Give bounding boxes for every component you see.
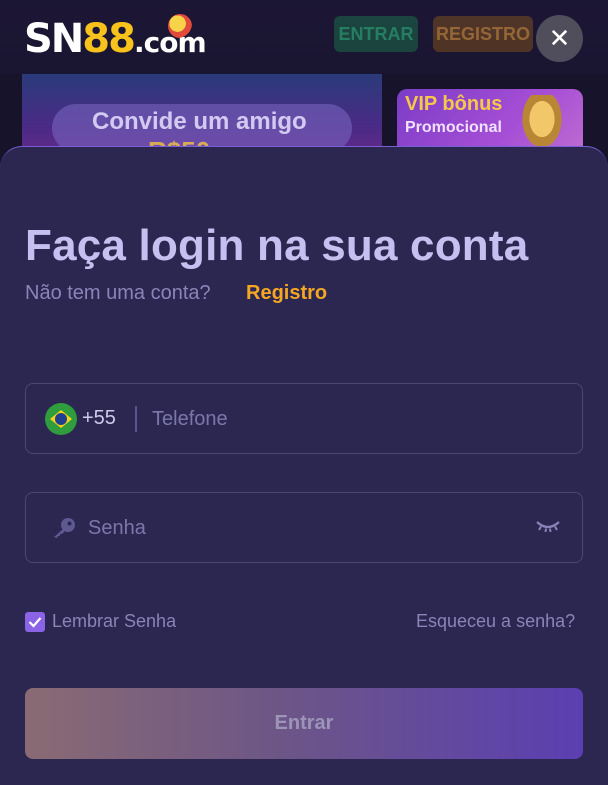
- brazil-flag-icon[interactable]: [45, 403, 77, 435]
- remember-label: Lembrar Senha: [52, 611, 177, 631]
- phone-field[interactable]: +55: [25, 383, 583, 454]
- checkmark-icon: [28, 616, 42, 628]
- remember-password[interactable]: Lembrar Senha: [25, 611, 176, 632]
- forgot-password-link[interactable]: Esqueceu a senha?: [416, 611, 575, 632]
- page-title: Faça login na sua conta: [25, 221, 529, 270]
- mascot-icon: [168, 14, 192, 38]
- flag-circle: [55, 413, 67, 425]
- remember-checkbox[interactable]: [25, 611, 45, 632]
- login-modal: Faça login na sua conta Não tem uma cont…: [0, 146, 608, 785]
- vip-subtitle: Promocional: [405, 119, 502, 136]
- eye-closed-icon[interactable]: [535, 519, 561, 535]
- header-entrar-button[interactable]: ENTRAR: [334, 16, 418, 52]
- vip-title: VIP bônus: [405, 93, 503, 115]
- key-icon: [54, 518, 75, 538]
- no-account-text: Não tem uma conta?: [25, 282, 211, 304]
- register-link[interactable]: Registro: [246, 282, 327, 305]
- logo-brand: SN: [24, 16, 84, 62]
- password-input[interactable]: [88, 513, 508, 543]
- banner-text: Convide um amigo: [92, 108, 307, 135]
- close-button[interactable]: ✕: [536, 15, 583, 62]
- country-code[interactable]: +55: [82, 407, 116, 430]
- phone-input[interactable]: [152, 404, 552, 434]
- logo-number: 88: [82, 16, 136, 62]
- header-registro-button[interactable]: REGISTRO: [433, 16, 533, 52]
- login-submit-button[interactable]: Entrar: [25, 688, 583, 759]
- password-field[interactable]: [25, 492, 583, 563]
- field-divider: [135, 406, 137, 432]
- site-header: SN 88 .com ENTRAR REGISTRO: [0, 0, 608, 74]
